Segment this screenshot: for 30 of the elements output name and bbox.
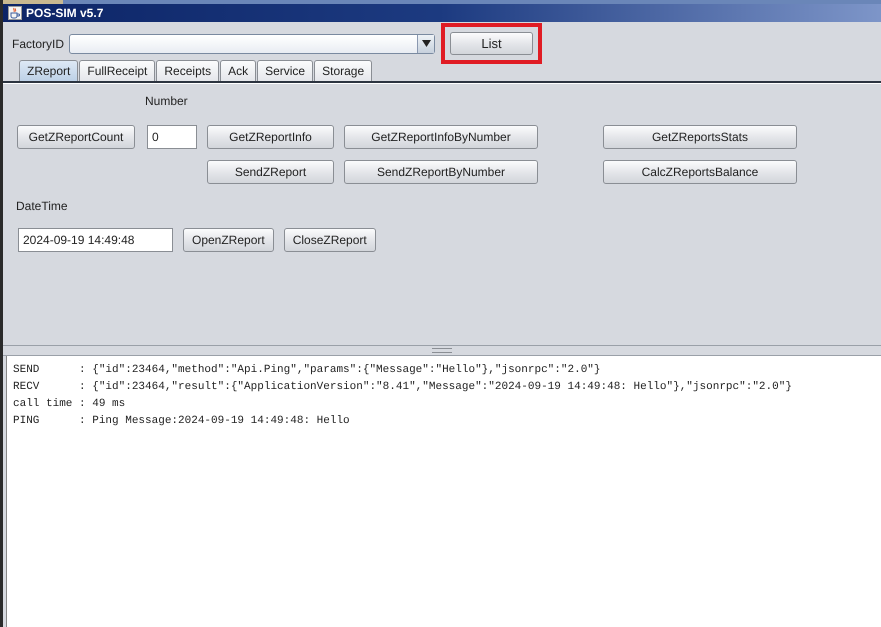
action-button[interactable]: OpenZReport xyxy=(183,228,274,252)
action-button[interactable]: GetZReportInfo xyxy=(207,125,334,149)
datetime-label: DateTime xyxy=(15,199,69,215)
grip-icon xyxy=(432,348,452,353)
number-field[interactable]: 0 xyxy=(147,125,197,149)
action-button[interactable]: SendZReportByNumber xyxy=(344,160,538,184)
action-button[interactable]: CloseZReport xyxy=(284,228,376,252)
tab[interactable]: Receipts xyxy=(156,60,220,81)
number-label: Number xyxy=(145,92,189,108)
action-button[interactable]: CalcZReportsBalance xyxy=(603,160,797,184)
tab[interactable]: FullReceipt xyxy=(79,60,156,81)
log-line: PING : Ping Message:2024-09-19 14:49:48: Hello xyxy=(13,414,350,429)
tab[interactable]: Ack xyxy=(220,60,256,81)
tab[interactable]: Storage xyxy=(314,60,372,81)
dropdown-arrow-icon xyxy=(422,40,431,47)
cup-icon xyxy=(8,6,22,20)
factory-id-label: FactoryID xyxy=(12,36,64,50)
list-button[interactable]: List xyxy=(450,32,534,55)
get-zreport-count-button[interactable]: GetZReportCount xyxy=(17,125,135,149)
action-button[interactable]: SendZReport xyxy=(207,160,334,184)
window-title: POS-SIM v5.7 xyxy=(26,6,104,20)
factory-id-dropdown[interactable] xyxy=(69,34,436,54)
tab[interactable]: ZReport xyxy=(19,60,78,81)
log-line: RECV : {"id":23464,"result":{"ApplicationVersion":"8.41","Message":"2024-09-19 14:49:48: Hello"},"jsonrpc":"2.0"} xyxy=(13,380,792,395)
log-line: SEND : {"id":23464,"method":"Api.Ping","params":{"Message":"Hello"},"jsonrpc":"2.0"} xyxy=(13,363,600,378)
action-button[interactable]: GetZReportsStats xyxy=(603,125,797,149)
log-line: call time : 49 ms xyxy=(13,397,126,412)
datetime-field[interactable]: 2024-09-19 14:49:48 xyxy=(18,228,173,252)
action-button[interactable]: GetZReportInfoByNumber xyxy=(344,125,538,149)
tab[interactable]: Service xyxy=(257,60,314,81)
